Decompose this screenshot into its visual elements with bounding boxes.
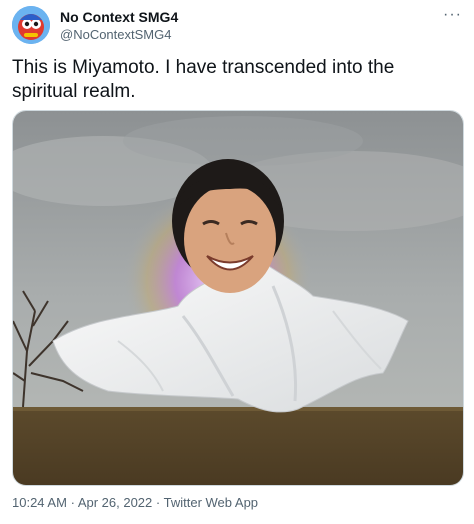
separator-1: ·: [70, 495, 75, 510]
more-horizontal-icon[interactable]: ···: [443, 6, 462, 24]
tweet-text: This is Miyamoto. I have transcended int…: [12, 57, 395, 102]
avatar[interactable]: [12, 6, 50, 44]
tweet-time[interactable]: 10:24 AM: [12, 495, 67, 510]
tweet-source[interactable]: Twitter Web App: [164, 495, 258, 510]
separator-2: ·: [155, 495, 161, 510]
tweet-photo[interactable]: [12, 110, 464, 486]
tweet-date[interactable]: Apr 26, 2022: [78, 495, 152, 510]
user-names: No Context SMG4 @NoContextSMG4: [60, 9, 178, 43]
display-name[interactable]: No Context SMG4: [60, 9, 178, 26]
user-handle[interactable]: @NoContextSMG4: [60, 26, 178, 43]
tweet-header: No Context SMG4 @NoContextSMG4 ···: [12, 6, 462, 46]
tweet-meta: 10:24 AM · Apr 26, 2022 · Twitter Web Ap…: [12, 494, 258, 512]
